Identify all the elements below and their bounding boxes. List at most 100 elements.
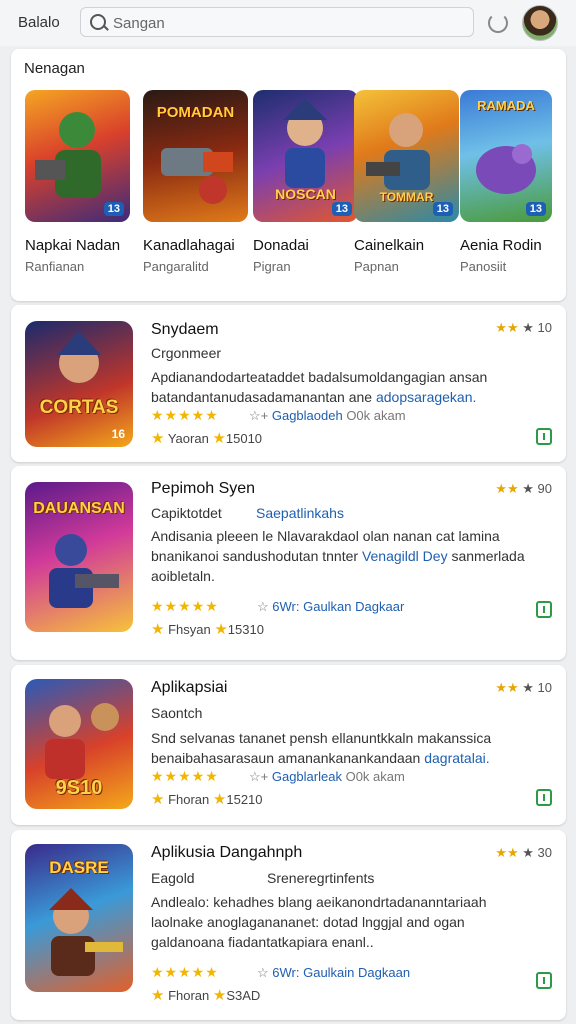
download-icon[interactable] [536,789,552,806]
game-subtitle: Panosiit [460,259,507,274]
app-developer: Eagold [151,870,195,886]
rating-note-count: O0k akam [346,408,406,423]
game-thumbnail[interactable]: 13 [25,90,130,222]
game-subtitle: Pangaralitd [143,259,209,274]
app-developer: Crgonmeer [151,345,222,361]
app-developer: Capiktotdet [151,505,222,521]
meta-value: 15210 [226,792,263,807]
description-link[interactable]: adopsaragekan. [376,389,476,405]
age-badge: 13 [103,202,124,216]
avatar[interactable] [522,5,558,41]
app-icon-logo-text: DAUANSAN [33,500,125,517]
app-list-item[interactable]: DAUANSAN Pepimoh Syen ★★ ★ 90 Capiktotde… [11,466,566,660]
download-icon[interactable] [536,972,552,989]
app-meta: ★ Yaoran ★15010 [151,429,262,447]
star-icon: ★ [214,621,228,638]
game-logo-text: NOSCAN [275,186,336,202]
rating-note-link[interactable]: Gagblarleak [272,769,346,784]
app-meta: ★ Fhoran ★15210 [151,790,263,808]
game-thumbnail[interactable]: RAMADA 13 [460,90,552,222]
rating: ★★ ★ 10 [495,680,552,695]
age-badge: 13 [525,202,546,216]
game-thumbnail[interactable]: TOMMAR 13 [354,90,459,222]
rating-value: 90 [537,481,552,496]
rating-note[interactable]: ☆+ Gagblaodeh O0k akam [249,408,406,424]
meta-label: Fhoran [168,988,210,1003]
rating-value: 30 [537,845,552,860]
app-list-item[interactable]: CORTAS 16 Snydaem ★★ ★ 10 Crgonmeer Apdi… [11,305,566,462]
rating-note-link[interactable]: 6Wr: Gaulkain Dagkaan [272,965,410,980]
app-category: Sreneregrtinfents [267,870,375,886]
meta-value: S3AD [226,988,261,1003]
rating-value: 10 [537,680,552,695]
star-rating: ★★★★★ [151,768,219,784]
app-description: Snd selvanas tananet pensh ellanuntkkaln… [151,728,531,768]
app-meta: ★ Fhoran ★S3AD [151,986,260,1004]
age-badge: 13 [331,202,352,216]
app-meta: ★ Fhsyan ★15310 [151,620,264,638]
app-description: Andlealo: kehadhes blang aeikanondrtadan… [151,892,531,952]
app-icon[interactable]: DASRE [25,844,133,992]
search-icon [90,14,106,30]
download-icon[interactable] [536,428,552,445]
star-rating: ★★★★★ [151,598,219,614]
app-description: Apdianandodarteataddet badalsumoldangagi… [151,367,531,407]
rating-note-link[interactable]: Gagblaodeh [272,408,346,423]
app-title[interactable]: Aplikusia Dangahnph [151,844,302,862]
age-badge: 13 [432,202,453,216]
rating-note[interactable]: ☆+ Gagblarleak O0k akam [249,769,405,785]
star-icon: ★ [212,987,227,1004]
app-brand[interactable]: Balalo [18,14,60,31]
app-developer: Saontch [151,705,203,721]
star-icon: ★★ [495,845,519,860]
search-input[interactable] [111,12,455,34]
game-logo-text: POMADAN [156,104,235,121]
description-link[interactable]: Venagildl Dey [362,548,448,564]
app-list-item[interactable]: 9S10 Aplikapsiai ★★ ★ 10 Saontch Snd sel… [11,665,566,825]
meta-label: Yaoran [167,431,209,446]
meta-label: Fhoran [168,792,210,807]
rating-note-count: O0k akam [345,769,405,784]
description-link[interactable]: dagratalai. [424,750,489,766]
game-thumbnail[interactable]: POMADAN [143,90,248,222]
search-box[interactable] [80,7,474,37]
app-title[interactable]: Aplikapsiai [151,679,227,697]
star-icon: ★ [212,430,226,447]
app-icon[interactable]: DAUANSAN [25,482,133,632]
app-title[interactable]: Pepimoh Syen [151,480,255,498]
rating: ★★ ★ 10 [495,320,552,335]
description-text-end: fiadantatkapiara enanl.. [228,934,374,950]
app-icon-badge: 16 [111,427,125,441]
app-icon-logo-text: CORTAS [39,397,119,418]
app-icon-logo-text: DASRE [49,858,109,877]
star-icon: ★ [212,791,227,808]
app-icon[interactable]: 9S10 [25,679,133,809]
star-icon: ★★ [495,320,519,335]
game-name[interactable]: Napkai Nadan [25,237,155,254]
app-icon[interactable]: CORTAS 16 [25,321,133,447]
app-list-item[interactable]: DASRE Aplikusia Dangahnph ★★ ★ 30 Eagold… [11,830,566,1020]
app-title[interactable]: Snydaem [151,321,219,339]
rating-note[interactable]: ☆ 6Wr: Gaulkan Dagkaar [257,599,404,615]
game-subtitle: Ranfianan [25,259,85,274]
featured-title: Nenagan [24,60,85,77]
refresh-icon[interactable] [488,13,508,33]
game-thumbnail[interactable]: NOSCAN 13 [253,90,358,222]
rating-value: 10 [537,320,552,335]
star-rating: ★★★★★ [151,407,219,423]
star-icon: ★★ [495,481,519,496]
rating: ★★ ★ 90 [495,481,552,496]
app-description: Andisania pleeen le Nlavarakdaol olan na… [151,526,531,586]
rating-note[interactable]: ☆ 6Wr: Gaulkain Dagkaan [257,965,410,981]
app-icon-logo-text: 9S10 [55,777,103,799]
download-icon[interactable] [536,601,552,618]
star-icon: ★ [151,430,165,447]
meta-value: 15010 [225,431,263,446]
game-name[interactable]: Aenia Rodin [460,237,576,254]
star-icon: ★ [151,987,165,1004]
star-rating: ★★★★★ [151,964,219,980]
app-category[interactable]: Saepatlinkahs [256,505,344,521]
meta-value: 15310 [227,622,264,637]
top-bar: Balalo [0,0,576,46]
rating-note-link[interactable]: 6Wr: Gaulkan Dagkaar [272,599,404,614]
